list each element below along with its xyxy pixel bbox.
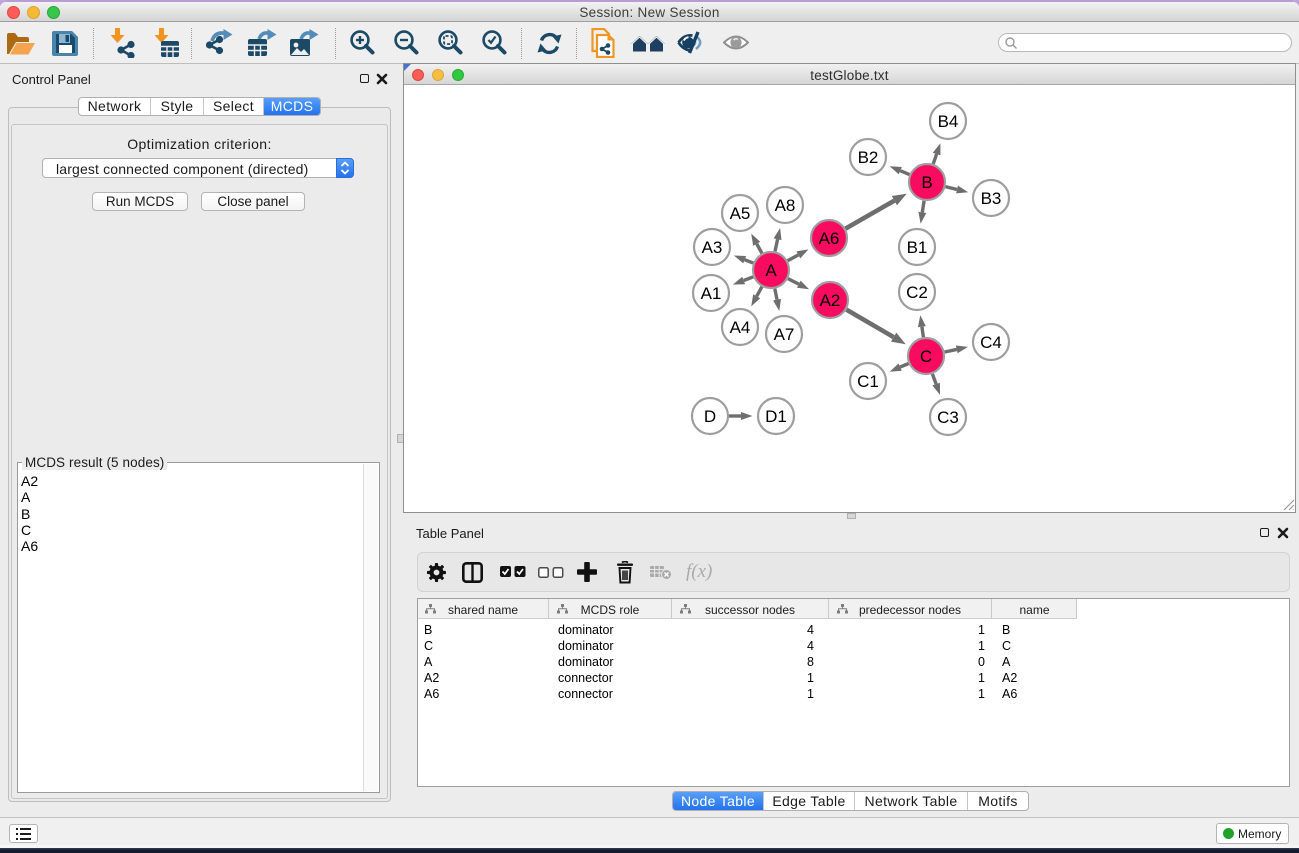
svg-text:A6: A6 [819, 229, 840, 248]
svg-text:C: C [920, 347, 932, 366]
svg-text:A4: A4 [730, 318, 751, 337]
svg-text:D: D [704, 407, 716, 426]
svg-text:D1: D1 [765, 407, 787, 426]
svg-text:A: A [765, 261, 777, 280]
svg-text:B: B [921, 173, 932, 192]
svg-text:A8: A8 [775, 196, 796, 215]
svg-text:A7: A7 [774, 325, 795, 344]
svg-text:B3: B3 [981, 189, 1002, 208]
svg-text:C2: C2 [906, 283, 928, 302]
svg-text:B2: B2 [858, 148, 879, 167]
svg-text:A3: A3 [702, 238, 723, 257]
svg-text:C3: C3 [937, 408, 959, 427]
svg-text:A2: A2 [820, 291, 841, 310]
svg-text:C4: C4 [980, 333, 1002, 352]
svg-text:C1: C1 [857, 372, 879, 391]
svg-text:B4: B4 [938, 112, 959, 131]
svg-text:A5: A5 [730, 204, 751, 223]
svg-text:B1: B1 [907, 238, 928, 257]
svg-text:A1: A1 [701, 284, 722, 303]
